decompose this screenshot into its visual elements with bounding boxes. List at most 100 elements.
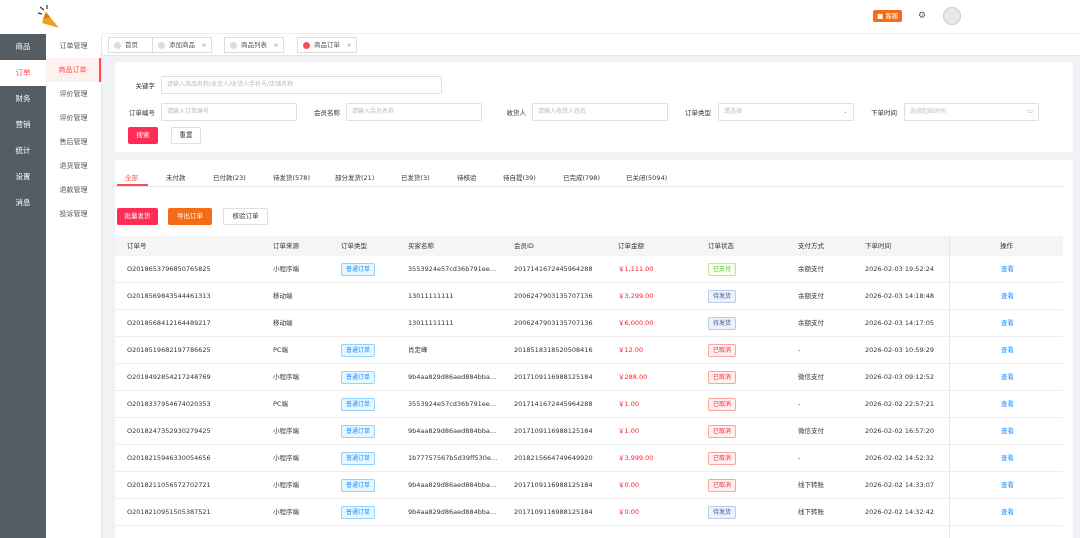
cell-op[interactable]: 查看 [1001, 391, 1031, 417]
calendar-icon: ▭ [1027, 108, 1033, 115]
cell-status: 已取消 [708, 398, 737, 411]
cell-op[interactable]: 查看 [1001, 472, 1031, 498]
status-tab-completed[interactable]: 已完成(798) [563, 172, 600, 182]
cell-amt: ￥12.00 [618, 346, 644, 354]
status-tab-closed[interactable]: 已关闭(5094) [626, 172, 667, 182]
table-row: O20182159463300546​56 小程序端 普通订单 1b77757567b… [115, 445, 1063, 472]
cell-status: 已取消 [708, 452, 737, 465]
batch-ship-button[interactable]: 批量发货 [117, 208, 158, 225]
cell-op[interactable]: 查看 [1001, 310, 1031, 336]
cell-amt: ￥6,000.00 [618, 319, 654, 327]
service-badge[interactable]: ■ 客服 [873, 10, 903, 22]
status-tab-to-verify[interactable]: 待核验 [457, 172, 477, 182]
status-tab-partial-shipped[interactable]: 部分发货(21) [335, 172, 374, 182]
tab-dot-icon [158, 42, 165, 49]
status-tab-shipped[interactable]: 已发货(3) [401, 172, 430, 182]
nav-item-stats[interactable]: 统计 [0, 138, 46, 164]
cell-op[interactable]: 查看 [1001, 256, 1031, 282]
cell-op[interactable]: 查看 [1001, 337, 1031, 363]
cell-amt: ￥288.00 [618, 373, 648, 381]
cell-mid: 2006247903135707136 [514, 319, 593, 327]
cell-pay: 微信支付 [798, 373, 824, 381]
cell-id: O20184928542172487​69 [127, 373, 211, 381]
col-buyer: 买家名称 [408, 242, 434, 250]
col-actions: 操作 [1000, 242, 1013, 250]
cell-pay: 余额支付 [798, 319, 824, 327]
subnav-review-manage[interactable]: 评价管理 [46, 82, 101, 106]
cell-buyer: 13011111111 [408, 292, 454, 300]
cell-op[interactable]: 查看 [1001, 499, 1031, 525]
status-tab-unpaid[interactable]: 未付款 [166, 172, 186, 182]
cell-op[interactable]: 查看 [1001, 283, 1031, 309]
cell-time: 2026-02-02 14:32:42 [865, 508, 935, 516]
subnav-review-manage-2[interactable]: 评价管理 [46, 106, 101, 130]
subnav-order-manage[interactable]: 订单管理 [46, 34, 101, 58]
tab-label: 首页 [125, 41, 138, 49]
cell-src: 小程序端 [273, 481, 299, 489]
status-tab-all[interactable]: 全部 [125, 172, 138, 182]
col-order-no: 订单号 [127, 242, 147, 250]
nav-item-messages[interactable]: 消息 [0, 190, 46, 216]
avatar[interactable] [943, 7, 961, 25]
cell-op[interactable]: 查看 [1001, 418, 1031, 444]
cell-mid: 2018215664749649920 [514, 454, 593, 462]
subnav-after-sales[interactable]: 售后管理 [46, 130, 101, 154]
tab-home[interactable]: 首页 [108, 37, 155, 53]
logo-area [0, 0, 102, 34]
status-tab-to-ship[interactable]: 待发货(578) [273, 172, 310, 182]
table-row: O20182109515053875​21 小程序端 普通订单 9b4aa829d86… [115, 499, 1063, 526]
cell-src: PC端 [273, 400, 288, 408]
cell-status: 已取消 [708, 425, 737, 438]
order-type-select[interactable]: 请选择 ⌄ [718, 103, 854, 121]
cell-buyer: 1b77757567b5d39ff530e1ab4c9d2e07 [408, 454, 500, 462]
status-tab-paid[interactable]: 已付款(23) [213, 172, 246, 182]
cell-status: 已取消 [708, 479, 737, 492]
nav-item-goods[interactable]: 商品 [0, 34, 46, 60]
subnav-returns[interactable]: 退货管理 [46, 154, 101, 178]
export-orders-button[interactable]: 导出订单 [168, 208, 212, 225]
cell-status: 待发货 [708, 290, 737, 303]
tab-goods-list[interactable]: 商品列表 × [224, 37, 284, 53]
cell-buyer: 3553924e57cd36b791ee7e86ac0ef9d6 [408, 400, 500, 408]
member-input[interactable]: 请输入会员名称 [346, 103, 482, 121]
cell-pay: 余额支付 [798, 265, 824, 273]
status-tab-pickup[interactable]: 待自提(39) [503, 172, 536, 182]
cell-mid: 2017141672445964288 [514, 400, 593, 408]
cell-amt: ￥1,111.00 [618, 265, 654, 273]
order-no-input[interactable]: 请输入订单编号 [161, 103, 297, 121]
cell-type: 普通订单 [341, 479, 376, 492]
subnav-goods-order[interactable]: 商品订单 [46, 58, 101, 82]
verify-orders-button[interactable]: 核验订单 [223, 208, 268, 225]
order-time-picker[interactable]: 选择起始时间 ▭ [904, 103, 1039, 121]
order-type-label: 订单类型 [685, 109, 711, 117]
nav-item-marketing[interactable]: 营销 [0, 112, 46, 138]
page-tabs: 首页 添加商品 × 商品列表 × 商品订单 × [102, 34, 1080, 56]
cell-mid: 2017109116988125184 [514, 508, 593, 516]
cell-op[interactable]: 查看 [1001, 445, 1031, 471]
cell-pay: - [798, 400, 801, 408]
reset-button[interactable]: 重置 [171, 127, 201, 144]
col-status: 订单状态 [708, 242, 734, 250]
subnav-complaints[interactable]: 投诉管理 [46, 202, 101, 226]
order-type-placeholder: 请选择 [724, 108, 743, 115]
nav-item-orders[interactable]: 订单 [0, 60, 46, 86]
cell-id: O20185684121644892​17 [127, 319, 211, 327]
subnav-refunds[interactable]: 退款管理 [46, 178, 101, 202]
cell-time: 2026-02-02 14:33:07 [865, 481, 935, 489]
nav-item-finance[interactable]: 财务 [0, 86, 46, 112]
search-button[interactable]: 搜索 [128, 127, 158, 144]
tab-goods-order[interactable]: 商品订单 × [297, 37, 357, 53]
gear-icon[interactable]: ⚙ [918, 11, 926, 21]
cell-type: 普通订单 [341, 263, 376, 276]
nav-item-settings[interactable]: 设置 [0, 164, 46, 190]
receiver-input[interactable]: 请输入收货人姓名 [532, 103, 668, 121]
cell-op[interactable]: 查看 [1001, 364, 1031, 390]
close-icon[interactable]: × [347, 38, 352, 53]
cell-time: 2026-02-03 09:12:52 [865, 373, 935, 381]
close-icon[interactable]: × [274, 38, 279, 53]
main-sidebar: 商品 订单 财务 营销 统计 设置 消息 [0, 0, 46, 538]
keyword-input[interactable]: 请输入商品名称/收货人/收货人手机号/店铺名称 [161, 76, 442, 94]
tab-add-goods[interactable]: 添加商品 × [152, 37, 212, 53]
cell-status: 待发货 [708, 506, 737, 519]
close-icon[interactable]: × [202, 38, 207, 53]
